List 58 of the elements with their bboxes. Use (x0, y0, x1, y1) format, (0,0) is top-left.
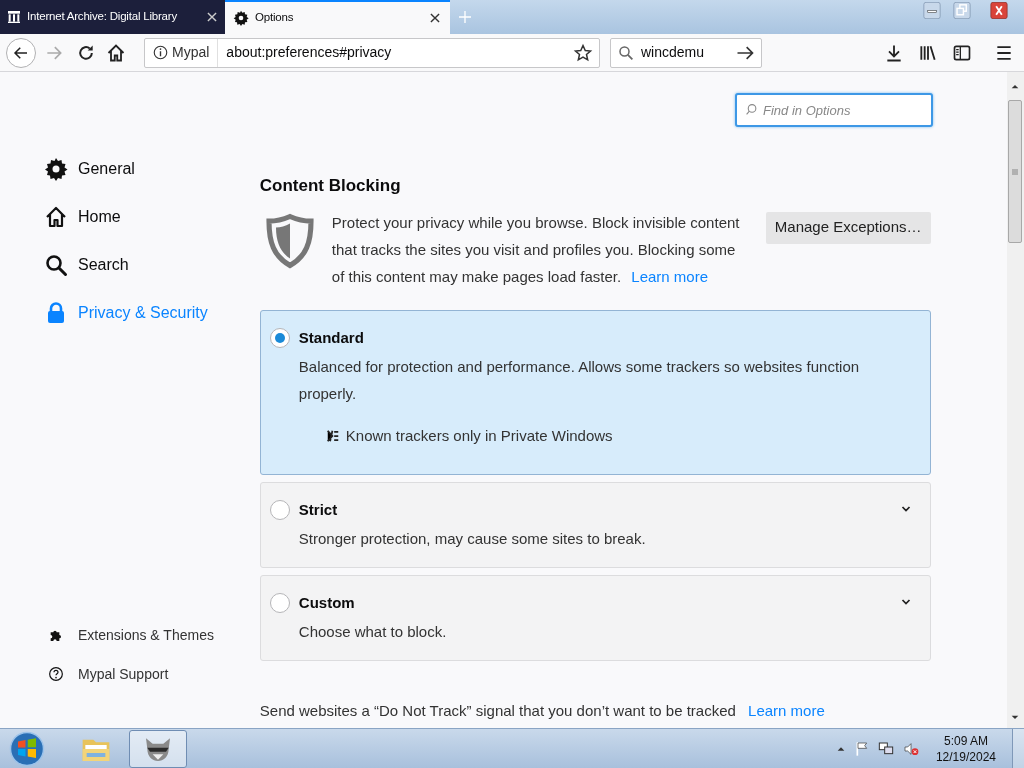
search-icon (44, 253, 68, 277)
description-text: Protect your privacy while you browse. Block invisible content that tracks the sites you visit and profiles you. Blocking some of this content may make pages load faster. Learn more (331, 212, 741, 287)
category-item[interactable]: Search (44, 252, 260, 278)
help-icon (48, 666, 64, 682)
option-description: Choose what to block. (298, 622, 448, 642)
category-item[interactable]: General (44, 156, 260, 182)
info-icon (153, 45, 168, 60)
learn-more-link[interactable]: Learn more (748, 702, 825, 719)
clock-date: 12/19/2024 (935, 748, 996, 765)
grip-icon (1011, 167, 1020, 176)
search-text: wincdemu (641, 43, 706, 62)
search-icon (745, 103, 758, 116)
search-icon (617, 43, 635, 62)
start-orb-icon[interactable] (9, 730, 45, 767)
option-description: Balanced for protection and performance. Allows some trackers so websites function properly. (298, 356, 861, 404)
learn-more-link[interactable]: Learn more (631, 267, 708, 285)
star-icon[interactable] (573, 42, 593, 63)
dnt-text: Send websites a “Do Not Track” signal that you don’t want to be tracked Learn more (259, 701, 826, 721)
blocking-option-card[interactable]: Standard Balanced for protection and performance. Allows some trackers so websites function properly. Known trackers only in Private Windows (259, 309, 931, 475)
speaker-muted-icon[interactable] (901, 740, 920, 757)
close-icon[interactable] (428, 11, 442, 25)
url-text: about:preferences#privacy (225, 43, 393, 62)
scroll-thumb[interactable] (1008, 100, 1023, 243)
home-icon[interactable] (106, 42, 126, 63)
home-icon (44, 205, 68, 229)
close-icon[interactable] (205, 10, 219, 24)
gear-icon (44, 157, 68, 181)
browser-tab[interactable]: Options (225, 0, 450, 34)
footer-link[interactable]: Mypal Support (48, 663, 214, 685)
radio-button[interactable] (269, 500, 290, 520)
taskbar-button[interactable] (129, 729, 187, 768)
blocking-option-card[interactable]: Strict Stronger protection, may cause some sites to break. (259, 482, 931, 568)
search-bar[interactable]: wincdemu (610, 37, 762, 68)
clock-time: 5:09 AM (943, 732, 988, 749)
option-note: Known trackers only in Private Windows (345, 425, 613, 446)
footer-link[interactable]: Extensions & Themes (48, 624, 214, 646)
category-item[interactable]: Privacy & Security (44, 300, 260, 326)
radio-button[interactable] (269, 327, 290, 348)
option-label: Custom (298, 593, 355, 613)
tab-title: Options (255, 10, 295, 26)
site-identity-label: Mypal (172, 43, 210, 62)
find-in-options-field[interactable]: Find in Options (735, 93, 933, 127)
option-description: Stronger protection, may cause some sites to break. (298, 529, 647, 549)
option-label: Standard (298, 327, 364, 348)
tracker-icon (325, 428, 340, 443)
browser-tab[interactable]: Internet Archive: Digital Library (0, 0, 225, 34)
option-label: Strict (298, 500, 338, 520)
gear-icon (233, 10, 249, 26)
archive-icon (6, 9, 22, 25)
manage-exceptions-button[interactable]: Manage Exceptions… (765, 211, 931, 244)
blocking-option-card[interactable]: Custom Choose what to block. (259, 575, 931, 661)
tab-title: Internet Archive: Digital Library (27, 9, 178, 25)
network-icon[interactable] (877, 740, 894, 757)
section-title: Content Blocking (259, 175, 402, 197)
category-item[interactable]: Home (44, 204, 260, 230)
back-button[interactable] (6, 37, 36, 68)
radio-button[interactable] (269, 593, 290, 613)
address-bar[interactable]: Mypal about:preferences#privacy (144, 37, 600, 68)
